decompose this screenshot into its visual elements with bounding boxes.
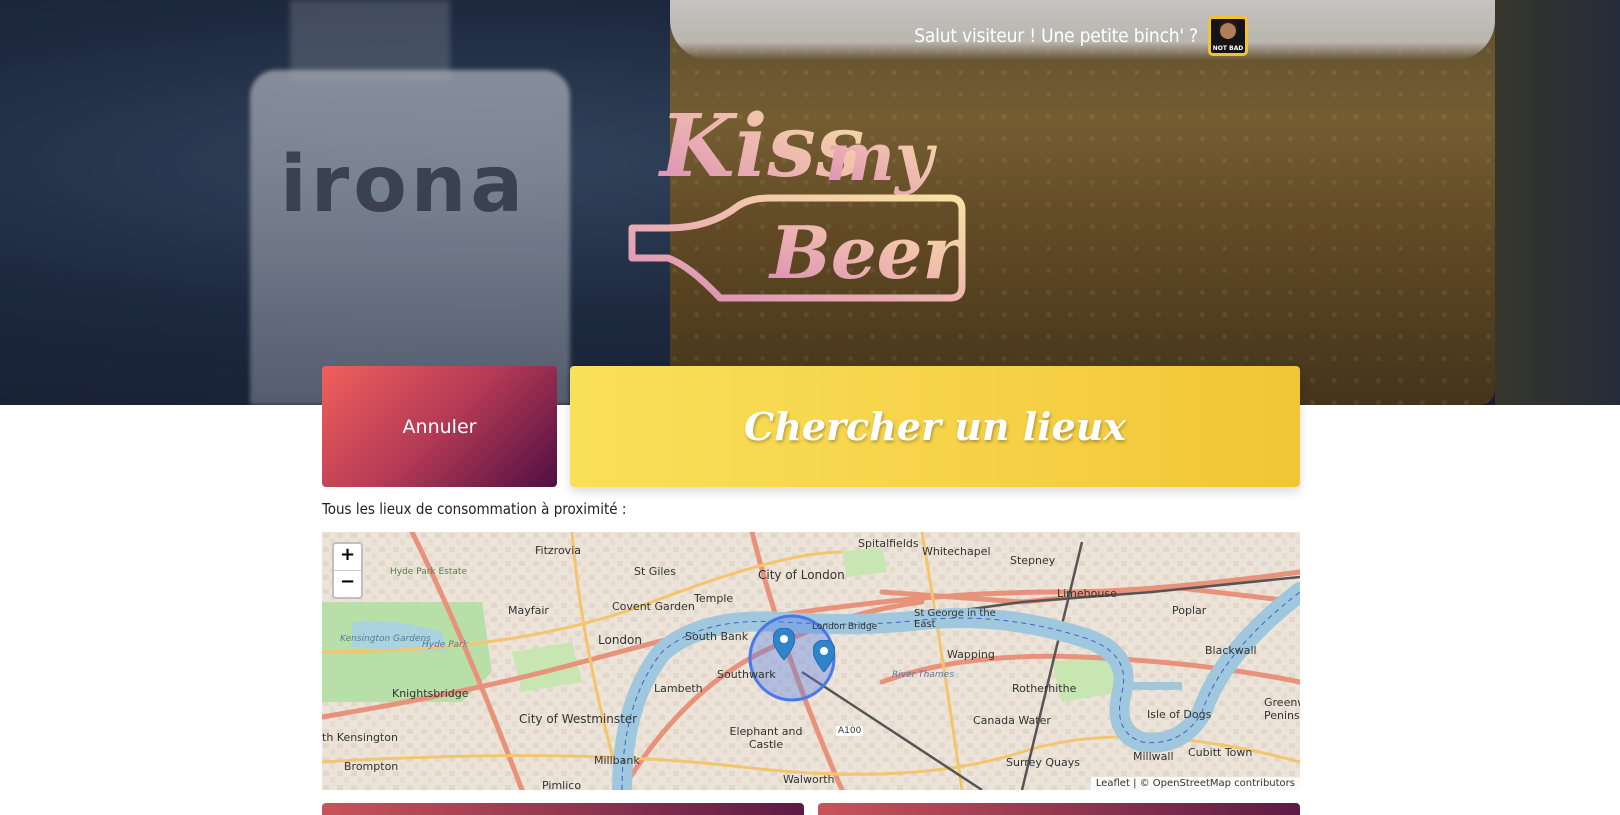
map-label: South Bank bbox=[685, 630, 749, 643]
map-label: City of London bbox=[758, 568, 845, 582]
map-label: Brompton bbox=[344, 760, 399, 773]
map-label: Canada Water bbox=[973, 714, 1051, 727]
map-label: Cubitt Town bbox=[1188, 746, 1253, 759]
map-zoom-control: + − bbox=[332, 542, 363, 599]
map-label: Wapping bbox=[947, 648, 995, 661]
map-label: Elephant and Castle bbox=[729, 725, 803, 751]
map-label: Mayfair bbox=[508, 604, 549, 617]
avatar-caption: NOT BAD bbox=[1212, 45, 1244, 52]
map-label: Kensington Gardens bbox=[340, 634, 431, 644]
map-label: Whitechapel bbox=[922, 545, 991, 558]
cancel-button[interactable]: Annuler bbox=[322, 366, 557, 487]
map-label: Hyde Park Estate bbox=[390, 567, 468, 577]
map-label: Fitzrovia bbox=[535, 544, 581, 557]
map-label: River Thames bbox=[892, 670, 954, 680]
svg-text:Beer: Beer bbox=[768, 210, 965, 295]
osm-attribution: © OpenStreetMap contributors bbox=[1139, 778, 1295, 789]
map-label: Knightsbridge bbox=[392, 687, 469, 700]
map-label: Stepney bbox=[1010, 554, 1056, 567]
map-label: Southwark bbox=[717, 668, 776, 681]
map-label: Poplar bbox=[1172, 604, 1207, 617]
map-label: Pimlico bbox=[542, 779, 582, 790]
svg-text:my: my bbox=[825, 118, 938, 196]
kiss-my-beer-logo: Kiss my Beer bbox=[628, 96, 966, 302]
map-label: Rotherhithe bbox=[1012, 682, 1077, 695]
map-marker-icon[interactable] bbox=[813, 640, 835, 672]
greeting-text: Salut visiteur ! Une petite binch' ? bbox=[914, 25, 1198, 47]
map[interactable]: Fitzrovia St Giles City of London Spital… bbox=[322, 532, 1300, 790]
map-marker-icon[interactable] bbox=[773, 628, 795, 660]
map-label: London Bridge bbox=[812, 622, 878, 632]
map-label: Blackwall bbox=[1205, 644, 1257, 657]
hero-banner: irona Salut visiteur ! Une petite binch'… bbox=[0, 0, 1620, 405]
search-place-button[interactable]: Chercher un lieux bbox=[570, 366, 1300, 487]
zoom-in-button[interactable]: + bbox=[334, 544, 361, 570]
map-label: St George in the East bbox=[914, 608, 996, 630]
map-label: Walworth bbox=[783, 773, 835, 786]
nearby-places-heading: Tous les lieux de consommation à proximi… bbox=[322, 500, 627, 518]
map-label: Isle of Dogs bbox=[1147, 708, 1212, 721]
place-card[interactable] bbox=[818, 803, 1300, 815]
map-label: Covent Garden bbox=[612, 600, 695, 613]
map-label: Spitalfields bbox=[858, 537, 919, 550]
map-label: A100 bbox=[836, 726, 864, 736]
map-label: Hyde Park bbox=[422, 640, 469, 650]
user-greeting: Salut visiteur ! Une petite binch' ? NOT… bbox=[914, 16, 1248, 56]
map-label: St Giles bbox=[634, 565, 676, 578]
leaflet-link[interactable]: Leaflet bbox=[1096, 778, 1130, 789]
map-label: Temple bbox=[694, 592, 734, 605]
place-card[interactable] bbox=[322, 803, 804, 815]
zoom-out-button[interactable]: − bbox=[334, 570, 361, 597]
map-attribution: Leaflet | © OpenStreetMap contributors bbox=[1090, 777, 1300, 790]
map-label: th Kensington bbox=[322, 731, 398, 744]
map-label: Lambeth bbox=[654, 682, 703, 695]
map-label: Greenw Peninsu bbox=[1264, 696, 1300, 722]
map-label: City of Westminster bbox=[519, 712, 638, 726]
map-label: Limehouse bbox=[1057, 587, 1117, 600]
map-label: Millwall bbox=[1133, 750, 1174, 763]
map-label: London bbox=[598, 633, 642, 647]
map-label: Millbank bbox=[594, 754, 640, 767]
avatar[interactable]: NOT BAD bbox=[1208, 16, 1248, 56]
map-label: Surrey Quays bbox=[1006, 756, 1080, 769]
